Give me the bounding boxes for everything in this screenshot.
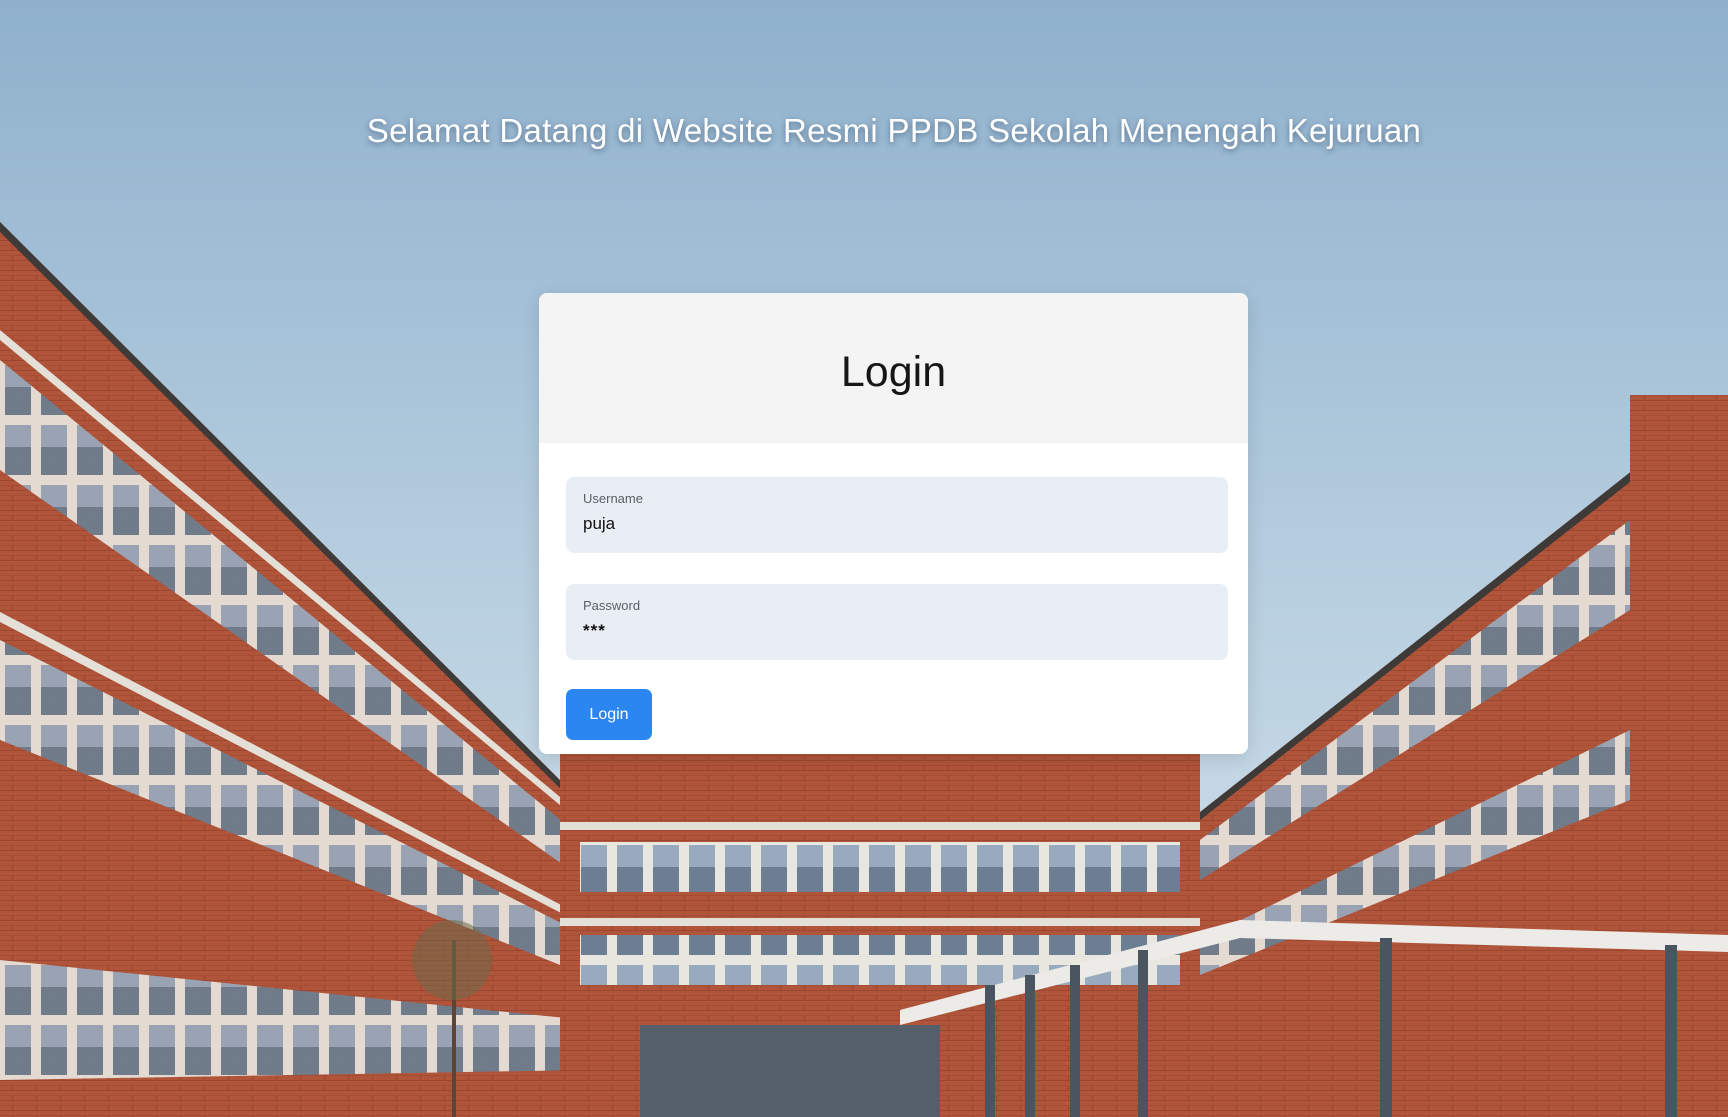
- password-field[interactable]: Password ***: [566, 584, 1228, 660]
- login-card: Login Username puja Password *** Login: [539, 293, 1248, 754]
- username-field[interactable]: Username puja: [566, 477, 1228, 553]
- welcome-heading: Selamat Datang di Website Resmi PPDB Sek…: [366, 112, 1422, 149]
- login-page: Selamat Datang di Website Resmi PPDB Sek…: [0, 0, 1728, 1117]
- login-title: Login: [840, 347, 947, 396]
- username-input[interactable]: puja: [583, 514, 1211, 534]
- login-button[interactable]: Login: [566, 689, 652, 740]
- username-label: Username: [583, 491, 643, 506]
- login-card-header: Login: [539, 293, 1248, 443]
- password-input[interactable]: ***: [583, 621, 1211, 641]
- password-label: Password: [583, 598, 641, 613]
